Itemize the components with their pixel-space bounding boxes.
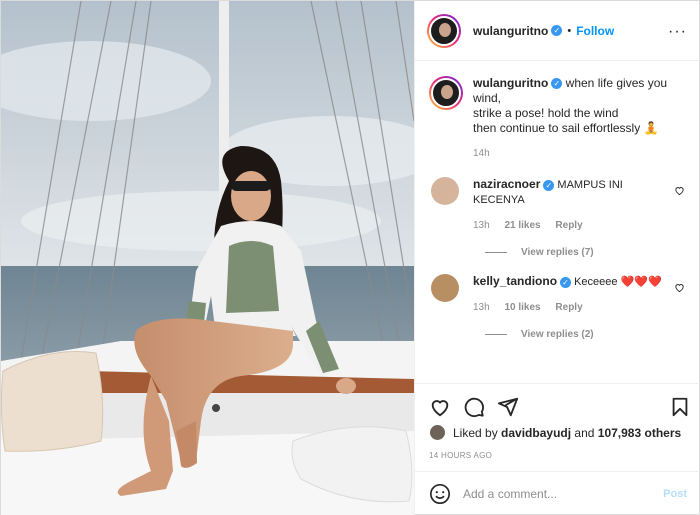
view-replies-label: View replies (7) xyxy=(521,247,594,258)
likes-summary: Liked by davidbayudj and 107,983 others xyxy=(429,424,681,441)
comment-time[interactable]: 13h xyxy=(473,220,490,231)
comment-like-heart-icon[interactable] xyxy=(674,185,685,196)
comment-likes[interactable]: 10 likes xyxy=(504,302,540,313)
view-replies-line xyxy=(485,334,507,335)
comment-likes[interactable]: 21 likes xyxy=(504,220,540,231)
post-photo[interactable] xyxy=(1,1,414,515)
comment-meta: 13h 21 likes Reply xyxy=(473,218,669,233)
comments-list[interactable]: wulanguritno ✓ when life gives you wind, … xyxy=(415,62,700,383)
post-timestamp[interactable]: 14 HOURS AGO xyxy=(429,451,492,460)
caption-avatar[interactable] xyxy=(429,76,463,110)
caption-time[interactable]: 14h xyxy=(473,148,490,159)
photo-illustration xyxy=(1,1,414,515)
post-header: wulanguritno ✓ • Follow ··· xyxy=(415,1,700,61)
comment-time[interactable]: 13h xyxy=(473,302,490,313)
view-replies-button[interactable]: View replies (2) xyxy=(485,329,689,340)
comment-like-heart-icon[interactable] xyxy=(674,282,685,293)
share-icon[interactable] xyxy=(497,396,519,418)
follow-button[interactable]: Follow xyxy=(576,24,614,38)
heart-icon[interactable] xyxy=(429,396,451,418)
comment-body: kelly_tandiono ✓ Keceeee ❤️❤️❤️ 13h 10 li… xyxy=(473,274,669,315)
caption: wulanguritno ✓ when life gives you wind, … xyxy=(429,76,689,161)
separator-dot: • xyxy=(567,24,572,37)
bookmark-icon[interactable] xyxy=(669,396,691,418)
post-sidebar: wulanguritno ✓ • Follow ··· wulanguritno… xyxy=(414,1,700,515)
author-username[interactable]: wulanguritno xyxy=(473,24,548,38)
likes-prefix: Liked by xyxy=(453,425,498,440)
add-comment-input[interactable] xyxy=(463,487,664,501)
caption-line-3: then continue to sail effortlessly 🧘 xyxy=(473,121,659,135)
comment: kelly_tandiono ✓ Keceeee ❤️❤️❤️ 13h 10 li… xyxy=(429,274,689,315)
post-comment-button[interactable]: Post xyxy=(663,488,687,500)
verified-icon: ✓ xyxy=(543,179,555,191)
verified-icon: ✓ xyxy=(551,78,563,90)
comment-body: naziracnoer ✓ MAMPUS INI KECENYA 13h 21 l… xyxy=(473,177,669,233)
comment-username[interactable]: kelly_tandiono xyxy=(473,274,557,288)
emoji-icon[interactable] xyxy=(429,483,451,505)
caption-line-2: strike a pose! hold the wind xyxy=(473,106,619,120)
comment-meta: 13h 10 likes Reply xyxy=(473,300,669,315)
liker-avatar[interactable] xyxy=(429,424,446,441)
verified-icon: ✓ xyxy=(560,276,572,288)
caption-username[interactable]: wulanguritno xyxy=(473,76,548,90)
likes-middle: and xyxy=(574,425,595,440)
comment-text: Keceeee ❤️❤️❤️ xyxy=(574,276,662,288)
more-icon[interactable]: ··· xyxy=(668,23,687,41)
add-comment-bar: Post xyxy=(415,471,700,515)
likes-user[interactable]: davidbayudj xyxy=(501,426,571,440)
verified-icon: ✓ xyxy=(551,25,563,36)
view-replies-line xyxy=(485,252,507,253)
instagram-post: wulanguritno ✓ • Follow ··· wulanguritno… xyxy=(0,0,700,515)
likes-count[interactable]: 107,983 others xyxy=(598,426,681,440)
action-bar xyxy=(415,383,700,428)
view-replies-button[interactable]: View replies (7) xyxy=(485,247,689,258)
comment-icon[interactable] xyxy=(463,396,485,418)
reply-button[interactable]: Reply xyxy=(555,302,582,313)
caption-meta: 14h xyxy=(473,146,683,161)
comment: naziracnoer ✓ MAMPUS INI KECENYA 13h 21 l… xyxy=(429,177,689,233)
caption-text: wulanguritno ✓ when life gives you wind, … xyxy=(473,76,683,161)
view-replies-label: View replies (2) xyxy=(521,329,594,340)
comment-avatar[interactable] xyxy=(431,177,459,205)
author-avatar[interactable] xyxy=(427,13,461,48)
reply-button[interactable]: Reply xyxy=(555,220,582,231)
comment-avatar[interactable] xyxy=(431,274,459,302)
comment-username[interactable]: naziracnoer xyxy=(473,177,540,191)
